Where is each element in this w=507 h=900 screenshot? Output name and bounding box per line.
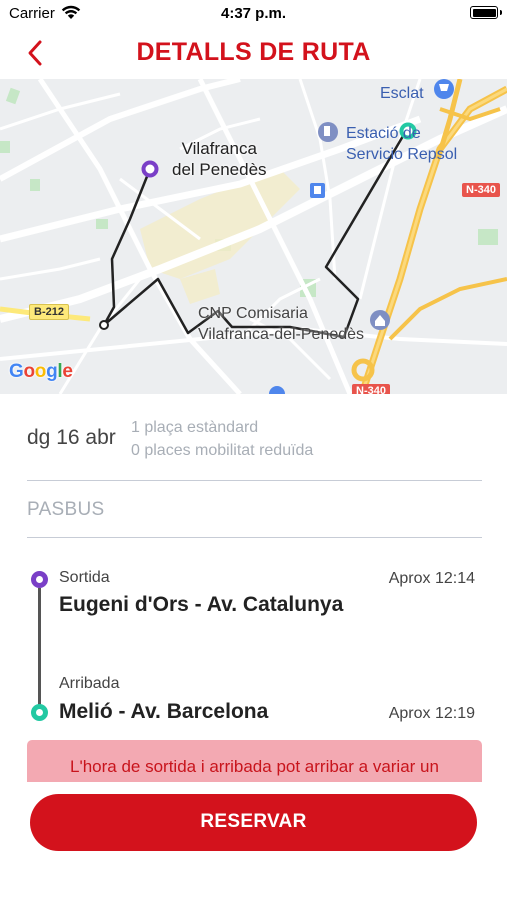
google-logo: Google: [9, 361, 73, 382]
poi-repsol-line1: Estació de: [346, 125, 421, 142]
battery-icon: [470, 6, 502, 19]
arrival-stop-name: Melió - Av. Barcelona: [59, 700, 269, 723]
status-bar: Carrier 4:37 p.m.: [0, 0, 507, 28]
arrival-time: Aprox 12:19: [388, 705, 475, 722]
header: DETALLS DE RUTA: [0, 28, 507, 78]
seats-standard: 1 plaça estàndard: [131, 419, 259, 436]
poi-cnp-line1: CNP Comisaria: [198, 305, 308, 322]
seats-reduced-mobility: 0 places mobilitat reduïda: [131, 442, 314, 459]
departure-dot-icon: [31, 571, 48, 588]
departure-time: Aprox 12:14: [388, 570, 475, 587]
reserve-button-label: RESERVAR: [200, 811, 307, 832]
operator-name: PASBUS: [27, 499, 105, 520]
map-city-label: Vilafranca del Penedès: [172, 138, 267, 180]
page-title: DETALLS DE RUTA: [136, 38, 371, 66]
timeline-line: [38, 588, 41, 711]
departure-kind: Sortida: [59, 569, 110, 586]
reserve-button[interactable]: RESERVAR: [30, 794, 477, 851]
arrival-kind: Arribada: [59, 675, 120, 692]
poi-cnp-line2: Vilafranca-del-Penedès: [198, 326, 365, 343]
seat-info: 1 plaça estàndard 0 places mobilitat red…: [131, 416, 313, 462]
arrival-dot-icon: [31, 704, 48, 721]
divider: [27, 537, 482, 538]
road-badge-n340: N-340: [462, 183, 500, 197]
poi-repsol-line2: Servicio Repsol: [346, 146, 458, 163]
timing-alert: L'hora de sortida i arribada pot arribar…: [27, 740, 482, 782]
trip-date: dg 16 abr: [27, 426, 116, 449]
status-time: 4:37 p.m.: [220, 5, 287, 22]
trip-summary: dg 16 abr 1 plaça estàndard 0 places mob…: [27, 410, 482, 470]
city-label-line2: del Penedès: [172, 160, 267, 179]
poi-esclat-label: Esclat: [380, 85, 424, 102]
alert-text: L'hora de sortida i arribada pot arribar…: [70, 757, 439, 776]
city-label-line1: Vilafranca: [181, 139, 257, 158]
road-badge-n340-bottom: N-340: [352, 384, 390, 394]
poi-cnp-label: CNP Comisaria Vilafranca-del-Penedès: [198, 303, 364, 345]
departure-stop-name: Eugeni d'Ors - Av. Catalunya: [59, 593, 344, 616]
road-badge-b212: B-212: [29, 304, 69, 320]
divider: [27, 480, 482, 481]
route-map[interactable]: Vilafranca del Penedès Esclat Estació de…: [0, 79, 507, 394]
poi-repsol-label: Estació de Servicio Repsol: [346, 123, 457, 165]
origin-marker-icon: [141, 160, 159, 178]
